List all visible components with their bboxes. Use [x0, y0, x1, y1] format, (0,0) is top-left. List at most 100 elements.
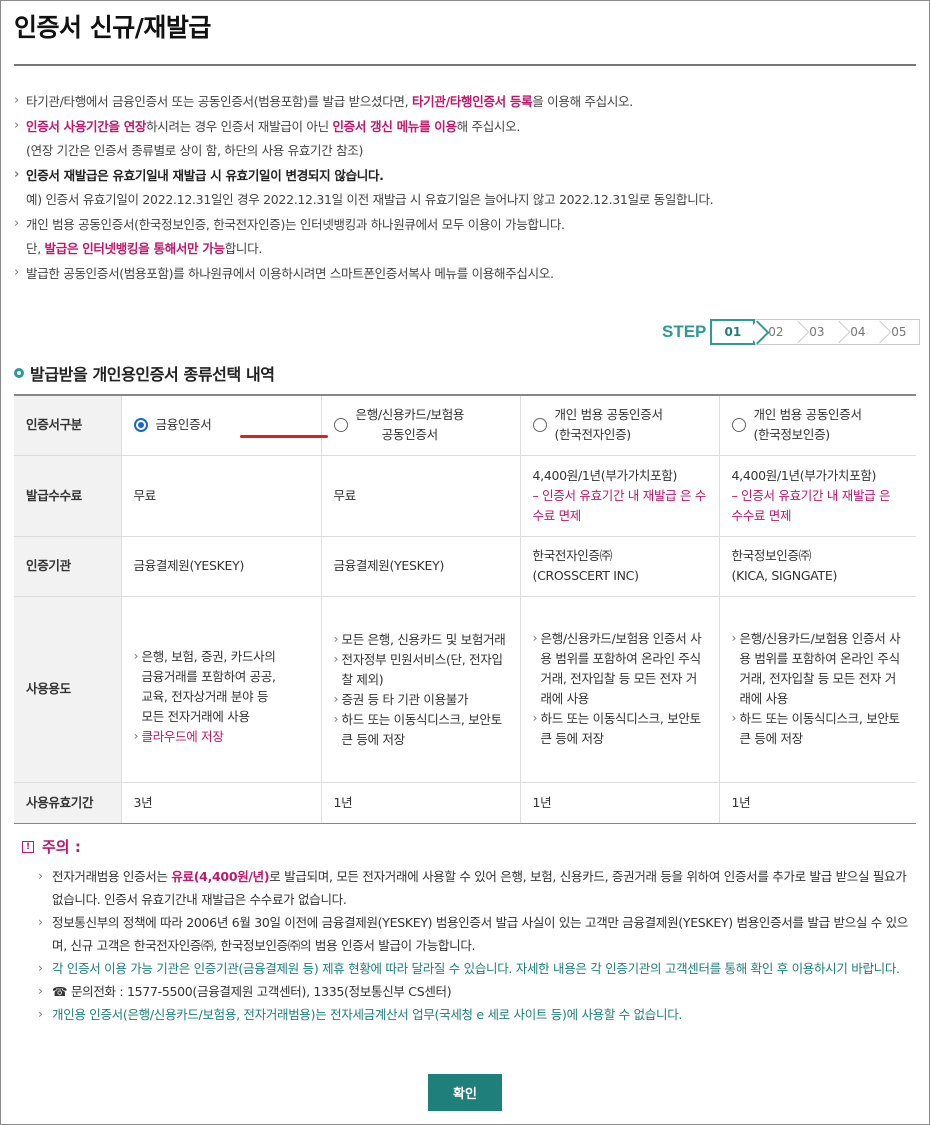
- cert-option-label-line: 공동인증서: [381, 427, 438, 443]
- usage-item: 은행/신용카드/보험용 인증서 사용 범위를 포함하여 온라인 주식거래, 전자…: [533, 628, 707, 709]
- usage-item: 하드 또는 이동식디스크, 보안토큰 등에 저장: [334, 709, 508, 750]
- row-label-issuer: 인증기관: [14, 536, 121, 597]
- row-label-type: 인증서구분: [14, 395, 121, 456]
- cert-option-label-line: (한국전자인증): [554, 427, 632, 443]
- usage-item: 모든 은행, 신용카드 및 보험거래: [334, 629, 508, 650]
- step-5: 05: [878, 320, 919, 344]
- usage-item: 클라우드에 저장: [134, 726, 309, 747]
- table-row-usage: 사용용도 은행, 보험, 증권, 카드사의 금융거래를 포함하여 공공, 교육,…: [14, 596, 916, 783]
- step-indicator: STEP 01 02 03 04 05: [662, 319, 921, 345]
- usage-cell: 모든 은행, 신용카드 및 보험거래 전자정부 민원서비스(단, 전자입찰 제외…: [320, 596, 520, 783]
- validity-cell: 3년: [120, 782, 321, 824]
- cert-option-label: 은행/신용카드/보험용 공동인증서: [356, 405, 465, 445]
- radio-bank-cert[interactable]: [333, 418, 348, 433]
- cert-option-label: 개인 범용 공동인증서 (한국전자인증): [555, 405, 663, 445]
- table-row-fee: 발급수수료 무료 무료 4,400원/1년(부가가치포함) – 인증서 유효기간 …: [14, 455, 916, 537]
- issuer-name: 한국전자인증㈜: [532, 548, 613, 563]
- page-title: 인증서 신규/재발급: [14, 13, 211, 42]
- cert-option-label: 금융인증서: [155, 417, 212, 433]
- radio-financial-cert[interactable]: [133, 418, 148, 433]
- bullet-ring-icon: [14, 368, 24, 378]
- caution-title-text: 주의 :: [42, 838, 81, 856]
- issuer-cell: 금융결제원(YESKEY): [320, 536, 520, 597]
- fee-cell: 4,400원/1년(부가가치포함) – 인증서 유효기간 내 재발급 은 수수료 …: [519, 455, 719, 537]
- notice-text: 을 이용해 주십시오.: [532, 94, 633, 109]
- cert-option-crosscert[interactable]: 개인 범용 공동인증서 (한국전자인증): [519, 395, 719, 456]
- row-label-validity: 사용유효기간: [14, 782, 121, 824]
- validity-cell: 1년: [718, 782, 916, 824]
- fee-cell: 4,400원/1년(부가가치포함) – 인증서 유효기간 내 재발급 은 수수료 …: [718, 455, 916, 537]
- usage-item: 은행/신용카드/보험용 인증서 사용 범위를 포함하여 온라인 주식거래, 전자…: [732, 628, 905, 709]
- notice-text: 단,: [26, 241, 45, 256]
- issuer-cell: 금융결제원(YESKEY): [120, 536, 321, 597]
- issuer-cell: 한국전자인증㈜ (CROSSCERT INC): [519, 536, 719, 597]
- section-title: 발급받을 개인용인증서 종류선택 내역: [14, 361, 275, 385]
- notice-item: 인증서 사용기간을 연장하시려는 경우 인증서 재발급이 아닌 인증서 갱신 메…: [14, 114, 914, 140]
- usage-line: 모든 전자거래에 사용: [141, 709, 250, 724]
- caution-text: 전자거래범용 인증서는: [52, 869, 172, 884]
- notice-text: 해 주십시오.: [456, 118, 521, 134]
- notice-item: 개인 범용 공동인증서(한국정보인증, 한국전자인증)는 인터넷뱅킹과 하나원큐…: [14, 212, 914, 238]
- caution-item: 전자거래범용 인증서는 유료(4,400원/년)로 발급되며, 모든 전자거래에…: [22, 864, 912, 911]
- usage-cell: 은행, 보험, 증권, 카드사의 금융거래를 포함하여 공공, 교육, 전자상거…: [120, 596, 321, 783]
- fee-cell: 무료: [320, 455, 520, 537]
- cert-renew-link[interactable]: 인증서 갱신 메뉴를 이용: [332, 119, 456, 134]
- cert-type-table: 인증서구분 금융인증서 은행/신용카드/보험용 공동인증서 개인 범용 공동인증서…: [14, 394, 916, 824]
- usage-item: 하드 또는 이동식디스크, 보안토큰 등에 저장: [533, 708, 707, 749]
- other-bank-cert-register-link[interactable]: 타기관/타행인증서 등록: [412, 94, 533, 109]
- issuer-cell: 한국정보인증㈜ (KICA, SIGNGATE): [718, 536, 916, 597]
- usage-item: 증권 등 타 기관 이용불가: [334, 689, 508, 710]
- issuer-name: 한국정보인증㈜: [731, 548, 812, 563]
- confirm-button[interactable]: 확인: [428, 1074, 502, 1111]
- notice-subtext: 예) 인증서 유효기일이 2022.12.31일인 경우 2022.12.31일…: [26, 192, 714, 207]
- fee-amount: 4,400원/1년(부가가치포함): [731, 467, 877, 483]
- notice-list: 타기관/타행에서 금융인증서 또는 공동인증서(범용포함)를 발급 받으셨다면,…: [14, 89, 914, 287]
- notice-highlight: 발급은 인터넷뱅킹을 통해서만 가능: [44, 241, 225, 256]
- caution-item: 개인용 인증서(은행/신용카드/보험용, 전자거래범용)는 전자세금계산서 업무…: [22, 1002, 912, 1026]
- notice-subtext: (연장 기간은 인증서 종류별로 상이 함, 하단의 사용 유효기간 참조): [26, 143, 364, 158]
- notice-item: 인증서 재발급은 유효기일내 재발급 시 유효기일이 변경되지 않습니다.: [14, 163, 914, 189]
- section-title-text: 발급받을 개인용인증서 종류선택 내역: [30, 365, 275, 384]
- cert-option-financial[interactable]: 금융인증서: [120, 395, 328, 456]
- caution-item: 정보통신부의 정책에 따라 2006년 6월 30일 이전에 금융결제원(YES…: [22, 910, 912, 957]
- notice-item: 타기관/타행에서 금융인증서 또는 공동인증서(범용포함)를 발급 받으셨다면,…: [14, 89, 914, 115]
- caution-title: ! 주의 :: [22, 836, 912, 857]
- radio-kica[interactable]: [731, 418, 746, 433]
- validity-cell: 1년: [519, 782, 719, 824]
- issuer-name: (KICA, SIGNGATE): [731, 568, 838, 583]
- cert-option-label: 개인 범용 공동인증서 (한국정보인증): [754, 405, 862, 445]
- cert-option-bank[interactable]: 은행/신용카드/보험용 공동인증서: [320, 395, 520, 456]
- usage-line: 은행, 보험, 증권, 카드사의: [141, 649, 276, 664]
- notice-highlight: 인증서 사용기간을 연장: [26, 118, 147, 134]
- fee-note: – 인증서 유효기간 내 재발급 은 수수료 면제: [731, 487, 891, 523]
- usage-item: 하드 또는 이동식디스크, 보안토큰 등에 저장: [732, 708, 905, 749]
- cert-option-label-line: (한국정보인증): [753, 427, 831, 443]
- fee-cell: 무료: [120, 455, 321, 537]
- usage-item: 전자정부 민원서비스(단, 전자입찰 제외): [334, 649, 508, 690]
- row-label-fee: 발급수수료: [14, 455, 121, 537]
- fee-note: – 인증서 유효기간 내 재발급 은 수수료 면제: [532, 487, 707, 523]
- caution-item: 각 인증서 이용 가능 기관은 인증기관(금융결제원 등) 제휴 현황에 따라 …: [22, 956, 912, 980]
- notice-text: 합니다.: [224, 241, 263, 256]
- cert-option-label-line: 개인 범용 공동인증서: [753, 407, 862, 423]
- usage-line: 금융거래를 포함하여 공공,: [141, 669, 277, 684]
- table-row-type: 인증서구분 금융인증서 은행/신용카드/보험용 공동인증서 개인 범용 공동인증서…: [14, 395, 916, 456]
- selection-underline: [239, 435, 328, 438]
- notice-text: 타기관/타행에서 금융인증서 또는 공동인증서(범용포함)를 발급 받으셨다면,: [26, 94, 412, 109]
- table-row-validity: 사용유효기간 3년 1년 1년 1년: [14, 782, 916, 824]
- step-label: STEP: [662, 322, 707, 341]
- usage-line: 교육, 전자상거래 분야 등: [141, 689, 269, 704]
- fee-amount: 4,400원/1년(부가가치포함): [532, 467, 678, 483]
- radio-crosscert[interactable]: [532, 418, 547, 433]
- title-divider: [14, 64, 916, 66]
- issuer-name: (CROSSCERT INC): [532, 568, 639, 583]
- notice-item: 발급한 공동인증서(범용포함)를 하나원큐에서 이용하시려면 스마트폰인증서복사…: [14, 261, 914, 287]
- usage-cell: 은행/신용카드/보험용 인증서 사용 범위를 포함하여 온라인 주식거래, 전자…: [519, 596, 719, 783]
- validity-cell: 1년: [320, 782, 520, 824]
- caution-item: ☎ 문의전화 : 1577-5500(금융결제원 고객센터), 1335(정보통…: [22, 979, 912, 1003]
- row-label-usage: 사용용도: [14, 596, 121, 783]
- warning-icon: !: [22, 840, 34, 853]
- table-row-issuer: 인증기관 금융결제원(YESKEY) 금융결제원(YESKEY) 한국전자인증㈜…: [14, 536, 916, 597]
- cert-option-kica[interactable]: 개인 범용 공동인증서 (한국정보인증): [718, 395, 916, 456]
- cert-option-label-line: 개인 범용 공동인증서: [554, 407, 663, 423]
